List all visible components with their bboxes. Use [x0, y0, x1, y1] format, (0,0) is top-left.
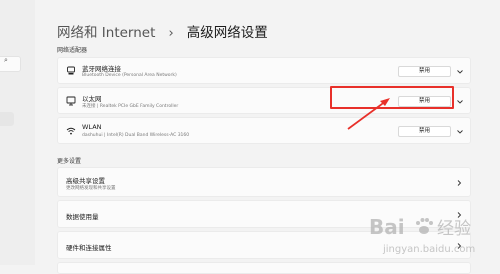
adapter-name: WLAN: [82, 123, 102, 131]
setting-description: 更改网络发现和共享设置: [66, 186, 116, 191]
nav-selected-item[interactable]: [0, 112, 14, 126]
setting-name: 高级共享设置: [66, 177, 105, 185]
adapter-description: 未连接 | Realtek PCIe GbE Family Controller: [82, 104, 179, 109]
search-box[interactable]: ⌕: [0, 56, 21, 72]
ethernet-monitor-icon: [66, 96, 76, 106]
setting-name: 数据使用量: [66, 213, 99, 221]
chevron-down-icon[interactable]: [456, 128, 464, 136]
annotation-arrow: [347, 98, 390, 130]
chevron-right-icon: [457, 180, 462, 186]
adapter-description: dashuhui | Intel(R) Dual Band Wireless-A…: [82, 133, 190, 138]
bluetooth-network-icon: [67, 66, 75, 75]
adapter-card-wlan[interactable]: WLAN dashuhui | Intel(R) Dual Band Wirel…: [57, 117, 471, 144]
breadcrumb: 网络和 Internet › 高级网络设置: [57, 21, 268, 41]
page-title: 高级网络设置: [186, 25, 268, 41]
breadcrumb-separator: ›: [168, 26, 174, 41]
section-title-more-settings: 更多设置: [57, 158, 82, 165]
section-title-adapters: 网络适配器: [57, 47, 88, 54]
watermark-brand: Bai: [369, 215, 405, 239]
watermark-brand2: 经验: [437, 219, 471, 239]
adapter-name: 蓝牙网络连接: [82, 65, 121, 73]
adapter-card-bluetooth[interactable]: 蓝牙网络连接 Bluetooth Device (Personal Area N…: [57, 57, 471, 84]
watermark-site: jingyan.baidu.com: [382, 244, 475, 255]
chevron-down-icon[interactable]: [456, 68, 464, 76]
paw-icon: [416, 218, 433, 234]
disable-button[interactable]: 禁用: [398, 126, 451, 137]
setting-name: 硬件和连接属性: [66, 244, 112, 252]
adapter-description: Bluetooth Device (Personal Area Network): [82, 73, 177, 78]
adapter-name: 以太网: [82, 95, 102, 103]
search-icon: ⌕: [4, 56, 8, 64]
more-settings-advanced-sharing[interactable]: 高级共享设置 更改网络发现和共享设置: [57, 167, 471, 197]
disable-button[interactable]: 禁用: [398, 66, 451, 77]
wifi-icon: [66, 127, 76, 135]
baidu-jingyan-watermark: Bai 经验 jingyan.baidu.com: [369, 215, 475, 255]
breadcrumb-parent[interactable]: 网络和 Internet: [57, 25, 155, 41]
chevron-down-icon[interactable]: [456, 98, 464, 106]
navigation-pane: ⌕: [0, 0, 35, 265]
